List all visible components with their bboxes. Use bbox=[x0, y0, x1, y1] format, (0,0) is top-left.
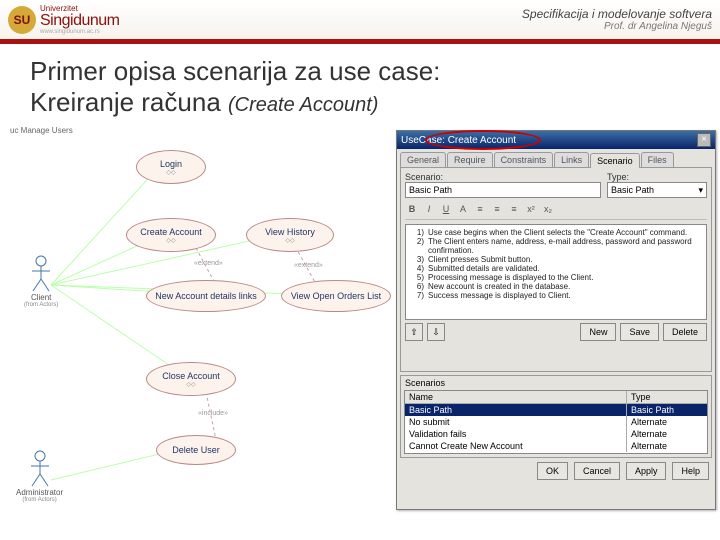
rt-italic-button[interactable]: I bbox=[422, 202, 436, 216]
actor-client: Client (from Actors) bbox=[24, 255, 58, 308]
rt-list-button[interactable]: ≡ bbox=[473, 202, 487, 216]
delete-button[interactable]: Delete bbox=[663, 323, 707, 341]
ok-button[interactable]: OK bbox=[537, 462, 568, 480]
scenarios-table[interactable]: Name Type Basic PathBasic Path No submit… bbox=[404, 390, 708, 454]
close-button[interactable]: × bbox=[697, 133, 711, 147]
rt-list2-button[interactable]: ≡ bbox=[490, 202, 504, 216]
slide-title: Primer opisa scenarija za use case: Krei… bbox=[0, 44, 720, 124]
scenario-tab-body: Scenario: Basic Path Type: Basic Path▾ B… bbox=[400, 167, 712, 372]
scenario-input[interactable]: Basic Path bbox=[405, 182, 601, 198]
scenario-steps-editor[interactable]: 1)Use case begins when the Client select… bbox=[405, 224, 707, 320]
col-type[interactable]: Type bbox=[627, 391, 707, 403]
usecase-login: Login◇◇ bbox=[136, 150, 206, 184]
tab-files[interactable]: Files bbox=[641, 152, 674, 167]
slide-header: SU Univerzitet Singidunum www.singidunum… bbox=[0, 0, 720, 44]
rel-include-1: «include» bbox=[198, 410, 228, 417]
course-name: Specifikacija i modelovanje softvera bbox=[522, 7, 712, 21]
tab-scenario[interactable]: Scenario bbox=[590, 153, 640, 168]
apply-button[interactable]: Apply bbox=[626, 462, 667, 480]
rel-extend-2: «extend» bbox=[294, 262, 323, 269]
usecase-view-open-orders: View Open Orders List bbox=[281, 280, 391, 312]
scenario-label: Scenario: bbox=[405, 172, 601, 182]
professor-name: Prof. dr Angelina Njeguš bbox=[522, 21, 712, 32]
usecase-delete-user: Delete User bbox=[156, 435, 236, 465]
type-select[interactable]: Basic Path▾ bbox=[607, 182, 707, 198]
stick-figure-icon bbox=[28, 255, 54, 293]
logo-url: www.singidunum.ac.rs bbox=[40, 29, 120, 35]
tab-links[interactable]: Links bbox=[554, 152, 589, 167]
table-row[interactable]: Validation failsAlternate bbox=[405, 428, 707, 440]
actor-administrator: Administrator (from Actors) bbox=[16, 450, 63, 503]
table-row[interactable]: Basic PathBasic Path bbox=[405, 404, 707, 416]
usecase-new-account-details: New Account details links bbox=[146, 280, 266, 312]
usecase-create-account: Create Account◇◇ bbox=[126, 218, 216, 252]
usecase-view-history: View History◇◇ bbox=[246, 218, 334, 252]
rt-sup-button[interactable]: x² bbox=[524, 202, 538, 216]
title-line-2a: Kreiranje računa bbox=[30, 87, 228, 117]
logo: SU Univerzitet Singidunum www.singidunum… bbox=[8, 5, 120, 35]
scenarios-heading: Scenarios bbox=[401, 376, 711, 390]
dialog-titlebar[interactable]: UseCase: Create Account × bbox=[397, 131, 715, 149]
title-line-1: Primer opisa scenarija za use case: bbox=[30, 56, 690, 87]
help-button[interactable]: Help bbox=[672, 462, 709, 480]
cancel-button[interactable]: Cancel bbox=[574, 462, 620, 480]
rt-bold-button[interactable]: B bbox=[405, 202, 419, 216]
move-down-button[interactable]: ⇩ bbox=[427, 323, 445, 341]
rel-extend-1: «extend» bbox=[194, 260, 223, 267]
rt-underline-button[interactable]: U bbox=[439, 202, 453, 216]
save-button[interactable]: Save bbox=[620, 323, 659, 341]
table-row[interactable]: Cannot Create New AccountAlternate bbox=[405, 440, 707, 452]
title-line-2b: (Create Account) bbox=[228, 94, 378, 116]
chevron-down-icon: ▾ bbox=[698, 185, 703, 196]
rt-color-button[interactable]: A bbox=[456, 202, 470, 216]
richtext-toolbar: B I U A ≡ ≡ ≡ x² x₂ bbox=[405, 202, 707, 220]
usecase-properties-dialog: UseCase: Create Account × General Requir… bbox=[396, 130, 716, 510]
tab-constraints[interactable]: Constraints bbox=[494, 152, 554, 167]
stick-figure-icon bbox=[27, 450, 53, 488]
new-button[interactable]: New bbox=[580, 323, 616, 341]
dialog-footer: OK Cancel Apply Help bbox=[397, 458, 715, 484]
type-label: Type: bbox=[607, 172, 707, 182]
logo-name: Singidunum bbox=[40, 13, 120, 29]
tab-general[interactable]: General bbox=[400, 152, 446, 167]
move-up-button[interactable]: ⇧ bbox=[405, 323, 423, 341]
dialog-title-name: Create Account bbox=[448, 135, 516, 146]
table-row[interactable]: No submitAlternate bbox=[405, 416, 707, 428]
col-name[interactable]: Name bbox=[405, 391, 627, 403]
logo-badge-icon: SU bbox=[8, 6, 36, 34]
usecase-close-account: Close Account◇◇ bbox=[146, 362, 236, 396]
dialog-tabs: General Require Constraints Links Scenar… bbox=[397, 149, 715, 167]
use-case-diagram: uc Manage Users Login◇◇ Create Account◇◇… bbox=[6, 130, 396, 520]
dialog-title-prefix: UseCase: bbox=[401, 135, 445, 146]
tab-require[interactable]: Require bbox=[447, 152, 493, 167]
rt-sub-button[interactable]: x₂ bbox=[541, 202, 555, 216]
rt-align-button[interactable]: ≡ bbox=[507, 202, 521, 216]
scenarios-list-box: Scenarios Name Type Basic PathBasic Path… bbox=[400, 375, 712, 458]
